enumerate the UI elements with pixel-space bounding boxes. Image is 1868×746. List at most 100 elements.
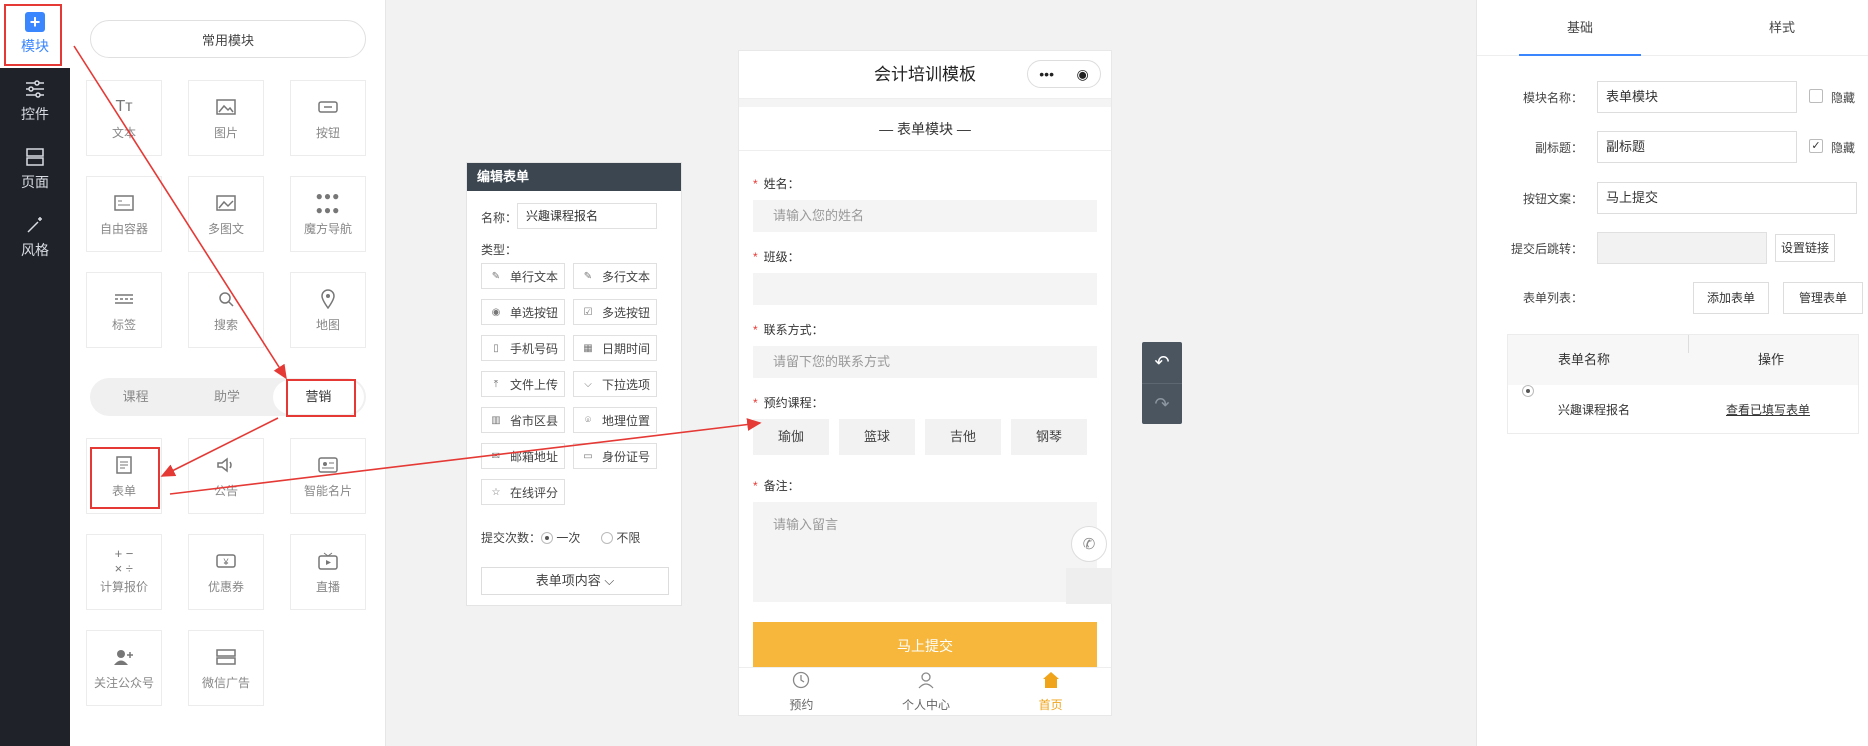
module-name-label: 模块名称：: [1522, 91, 1583, 105]
view-submissions-link[interactable]: 查看已填写表单: [1726, 385, 1810, 435]
phone-call-icon[interactable]: ✆: [1071, 526, 1107, 562]
type-region[interactable]: ▥ 省市区县: [481, 407, 565, 433]
tile-tag[interactable]: 标签: [86, 272, 162, 348]
miniprogram-capsule[interactable]: ••• ◉: [1027, 60, 1101, 88]
rail-item-pages[interactable]: 页面: [0, 138, 70, 200]
id-card-icon: [315, 454, 341, 476]
tile-cube-nav[interactable]: ●●● ●●● 魔方导航: [290, 176, 366, 252]
tab-profile[interactable]: 个人中心: [864, 668, 989, 715]
edit-lines-icon: ✎: [583, 270, 593, 282]
tile-follow-account[interactable]: 关注公众号: [86, 630, 162, 706]
segment-study-aid[interactable]: 助学: [181, 380, 272, 414]
left-rail: + 模块 控件 页面 风格: [0, 0, 70, 746]
calculator-icon: + − × ÷: [114, 545, 134, 576]
tile-image[interactable]: 图片: [188, 80, 264, 156]
course-option[interactable]: 瑜伽: [753, 419, 829, 455]
name-input[interactable]: 请输入您的姓名: [753, 200, 1097, 232]
button-text-input[interactable]: 马上提交: [1597, 182, 1857, 214]
rail-item-controls[interactable]: 控件: [0, 70, 70, 132]
class-input[interactable]: [753, 273, 1097, 305]
common-modules-header[interactable]: 常用模块: [90, 20, 366, 58]
type-datetime[interactable]: ▦ 日期时间: [573, 335, 657, 361]
add-form-button[interactable]: 添加表单: [1693, 282, 1769, 314]
type-multi-line[interactable]: ✎ 多行文本: [573, 263, 657, 289]
submit-unlimited-option[interactable]: 不限: [601, 529, 640, 546]
submit-button[interactable]: 马上提交: [753, 622, 1097, 670]
tab-basic[interactable]: 基础: [1519, 0, 1641, 56]
radio-icon: [541, 532, 553, 544]
set-link-button[interactable]: 设置链接: [1775, 234, 1835, 262]
subtitle-input[interactable]: 副标题: [1597, 131, 1797, 163]
type-id-number[interactable]: ▭ 身份证号: [573, 443, 657, 469]
form-list-label: 表单列表：: [1522, 291, 1583, 305]
tab-booking[interactable]: 预约: [739, 668, 864, 715]
tile-notice[interactable]: 公告: [188, 438, 264, 514]
type-location[interactable]: ⌾ 地理位置: [573, 407, 657, 433]
remark-textarea[interactable]: 请输入留言: [753, 502, 1097, 602]
phone-tabbar: 预约 个人中心 首页: [739, 667, 1111, 715]
tile-button[interactable]: 按钮: [290, 80, 366, 156]
magic-wand-icon: [24, 214, 46, 236]
mobile-icon: ▯: [493, 342, 499, 354]
redo-icon[interactable]: ↷: [1142, 383, 1182, 424]
edit-line-icon: ✎: [491, 270, 501, 282]
sliders-icon: [24, 78, 46, 100]
star-icon: ☆: [491, 486, 501, 498]
tile-text[interactable]: Tт 文本: [86, 80, 162, 156]
manage-form-button[interactable]: 管理表单: [1783, 282, 1863, 314]
type-phone[interactable]: ▯ 手机号码: [481, 335, 565, 361]
form-name-input[interactable]: 兴趣课程报名: [517, 203, 657, 229]
tile-search[interactable]: 搜索: [188, 272, 264, 348]
course-option[interactable]: 篮球: [839, 419, 915, 455]
hide-module-checkbox[interactable]: [1809, 89, 1823, 103]
type-file-upload[interactable]: ⤒ 文件上传: [481, 371, 565, 397]
highlight-modules: [4, 4, 62, 66]
tile-live[interactable]: 直播: [290, 534, 366, 610]
divider: [739, 99, 1111, 107]
segment-course[interactable]: 课程: [90, 380, 181, 414]
form-module-title: — 表单模块 —: [739, 107, 1111, 151]
type-email[interactable]: ✉ 邮箱地址: [481, 443, 565, 469]
tile-calc-quote[interactable]: + − × ÷ 计算报价: [86, 534, 162, 610]
tile-wechat-ad[interactable]: 微信广告: [188, 630, 264, 706]
hide-subtitle-checkbox[interactable]: ✓: [1809, 139, 1823, 153]
settings-tabs: 基础 样式: [1477, 0, 1868, 56]
module-name-input[interactable]: 表单模块: [1597, 81, 1797, 113]
tab-style[interactable]: 样式: [1721, 0, 1843, 56]
hide-subtitle-label: 隐藏: [1831, 141, 1856, 155]
tab-home[interactable]: 首页: [988, 668, 1111, 715]
tile-smart-card[interactable]: 智能名片: [290, 438, 366, 514]
field-label-contact: * 联系方式：: [753, 323, 824, 337]
clock-icon: [792, 671, 810, 694]
type-radio[interactable]: ◉ 单选按钮: [481, 299, 565, 325]
course-option[interactable]: 吉他: [925, 419, 1001, 455]
type-checkbox[interactable]: ☑ 多选按钮: [573, 299, 657, 325]
edit-form-header: 编辑表单: [467, 163, 681, 191]
type-single-line[interactable]: ✎ 单行文本: [481, 263, 565, 289]
type-dropdown[interactable]: ⌵ 下拉选项: [573, 371, 657, 397]
image-icon: [213, 96, 239, 118]
undo-redo-group: ↶ ↷: [1142, 342, 1182, 424]
undo-icon[interactable]: ↶: [1142, 342, 1182, 383]
tile-map[interactable]: 地图: [290, 272, 366, 348]
type-rating[interactable]: ☆ 在线评分: [481, 479, 565, 505]
submit-once-option[interactable]: 一次: [541, 529, 580, 546]
field-label-name: * 姓名：: [753, 177, 800, 191]
tile-coupon[interactable]: ¥ 优惠券: [188, 534, 264, 610]
rail-item-style[interactable]: 风格: [0, 206, 70, 268]
tile-multi-image-text[interactable]: 多图文: [188, 176, 264, 252]
radio-icon: ◉: [491, 306, 501, 318]
map-pin-icon: [315, 288, 341, 310]
user-icon: [917, 671, 935, 694]
edit-form-panel: 编辑表单 名称： 兴趣课程报名 类型： ✎ 单行文本 ✎ 多行文本 ◉ 单选按钮 ☑ 多…: [466, 162, 682, 606]
course-option[interactable]: 钢琴: [1011, 419, 1087, 455]
id-icon: ▭: [583, 450, 593, 462]
tile-free-container[interactable]: 自由容器: [86, 176, 162, 252]
form-items-content-button[interactable]: 表单项内容 ⌵: [481, 567, 669, 595]
speaker-icon: [213, 454, 239, 476]
radio-icon: [601, 532, 613, 544]
table-row: 兴趣课程报名 查看已填写表单: [1508, 385, 1858, 435]
column-header-action: 操作: [1758, 352, 1785, 367]
contact-input[interactable]: 请留下您的联系方式: [753, 346, 1097, 378]
building-icon: ▥: [491, 414, 501, 426]
